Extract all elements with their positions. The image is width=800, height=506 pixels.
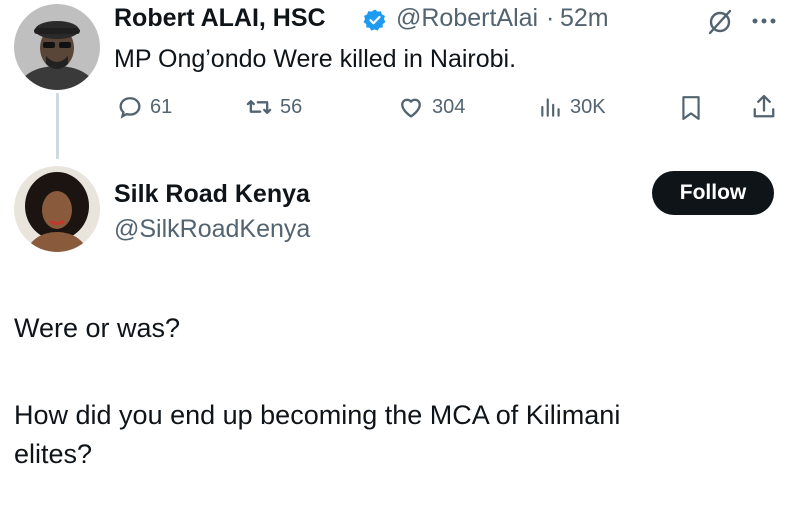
tweet-time[interactable]: 52m — [560, 4, 609, 33]
tweet-author-name[interactable]: Robert ALAI, HSC — [114, 4, 326, 33]
like-icon — [401, 98, 421, 118]
tweet-author-handle[interactable]: @RobertAlai — [396, 4, 538, 33]
reply-text-line-1: Were or was? — [14, 313, 181, 343]
retweet-icon — [246, 100, 272, 115]
share-icon[interactable] — [750, 92, 778, 122]
like-action[interactable]: 304 — [396, 93, 465, 121]
grok-icon[interactable] — [706, 8, 734, 36]
follow-button[interactable]: Follow — [652, 171, 774, 215]
tweet-text: MP Ong’ondo Were killed in Nairobi. — [114, 45, 517, 73]
reply-action[interactable]: 61 — [116, 93, 172, 121]
robert-alai-avatar[interactable] — [14, 4, 100, 90]
verified-badge-icon — [363, 9, 386, 31]
reply-count: 61 — [150, 95, 173, 118]
time-separator: · — [546, 4, 555, 32]
views-count: 30K — [570, 95, 606, 118]
reply-icon — [119, 97, 141, 119]
retweet-action[interactable]: 56 — [244, 93, 302, 121]
reply-text-line-3: elites? — [14, 439, 93, 469]
thread-connector-line — [56, 93, 59, 159]
silk-road-kenya-avatar[interactable] — [14, 166, 100, 252]
like-count: 304 — [432, 95, 466, 118]
bookmark-icon[interactable] — [678, 93, 704, 123]
reply-text-line-2: How did you end up becoming the MCA of K… — [14, 400, 621, 430]
reply-author-handle[interactable]: @SilkRoadKenya — [114, 215, 310, 244]
retweet-count: 56 — [280, 95, 303, 118]
reply-author-name[interactable]: Silk Road Kenya — [114, 180, 310, 209]
more-icon[interactable] — [750, 16, 778, 26]
views-icon — [541, 98, 560, 117]
views-action[interactable]: 30K — [538, 93, 606, 121]
